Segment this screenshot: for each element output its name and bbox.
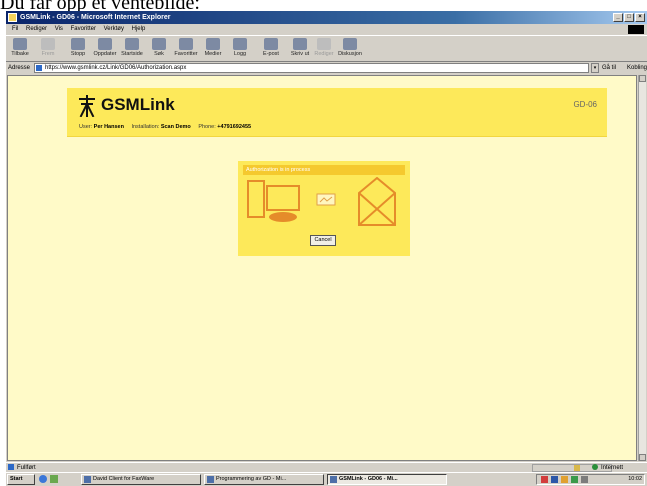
- search-icon: [152, 38, 166, 50]
- menu-help[interactable]: Hjelp: [132, 26, 146, 32]
- close-button[interactable]: ×: [635, 13, 645, 22]
- message-icon: [316, 193, 336, 206]
- start-button[interactable]: Start: [7, 474, 35, 485]
- print-button[interactable]: Skriv ut: [288, 37, 312, 61]
- back-button[interactable]: Tilbake: [8, 37, 32, 61]
- menu-bar: Fil Rediger Vis Favoritter Verktøy Hjelp: [6, 24, 647, 35]
- edit-icon: [317, 38, 331, 50]
- page-content: GSMLink GD-06 User: Per Hansen Installat…: [7, 75, 637, 461]
- back-arrow-icon: [13, 38, 27, 50]
- mail-button[interactable]: E-post: [259, 37, 283, 61]
- menu-file[interactable]: Fil: [12, 26, 18, 32]
- tray-app-icon[interactable]: [561, 476, 568, 483]
- favorites-button[interactable]: Favoritter: [174, 37, 198, 61]
- home-icon: [125, 38, 139, 50]
- media-icon: [206, 38, 220, 50]
- system-tray: 10:02: [536, 474, 645, 485]
- phone-icon: [247, 180, 265, 218]
- window-title: GSMLink - GD06 - Microsoft Internet Expl…: [20, 14, 171, 21]
- refresh-button[interactable]: Oppdater: [93, 37, 117, 61]
- user-label: User:: [79, 124, 93, 130]
- authorization-illustration: [247, 177, 396, 226]
- page-icon: [36, 65, 42, 71]
- window-controls: _ □ ×: [613, 13, 645, 22]
- stop-icon: [71, 38, 85, 50]
- discuss-button[interactable]: Diskusjon: [338, 37, 362, 61]
- tray-volume-icon[interactable]: [581, 476, 588, 483]
- address-url: https://www.gsmlink.cz/Link/GD06/Authori…: [45, 65, 187, 71]
- installation-label: Installation:: [131, 124, 160, 130]
- word-icon: [207, 476, 214, 483]
- app-icon: [84, 476, 91, 483]
- vertical-scrollbar[interactable]: [638, 75, 646, 461]
- device-code: GD-06: [573, 100, 597, 109]
- envelope-icon: [358, 177, 396, 226]
- scroll-down-icon[interactable]: [639, 454, 646, 461]
- stop-button[interactable]: Stopp: [66, 37, 90, 61]
- windows-logo-icon: [628, 25, 644, 34]
- status-bar: Fullført Internett: [6, 462, 647, 472]
- task-gsmlink[interactable]: GSMLink - GD06 - Mi...: [327, 474, 447, 485]
- tray-n-icon[interactable]: [541, 476, 548, 483]
- phone-value: +4791692455: [217, 124, 252, 130]
- site-header: GSMLink GD-06 User: Per Hansen Installat…: [67, 88, 607, 136]
- title-bar: GSMLink - GD06 - Microsoft Internet Expl…: [6, 11, 647, 24]
- tray-status-icon[interactable]: [571, 476, 578, 483]
- dialog-title: Authorization is in process: [243, 165, 405, 175]
- go-button[interactable]: Gå til: [602, 62, 616, 74]
- forward-arrow-icon: [41, 38, 55, 50]
- forward-button[interactable]: Frem: [36, 37, 60, 61]
- history-button[interactable]: Logg: [228, 37, 252, 61]
- history-icon: [233, 38, 247, 50]
- toolbar: Tilbake Frem Stopp Oppdater Startside Sø…: [6, 35, 647, 62]
- brand-name: GSMLink: [101, 95, 175, 114]
- page-done-icon: [8, 464, 14, 470]
- antenna-logo-icon: [79, 95, 95, 117]
- ie-app-icon: [8, 13, 17, 22]
- mail-icon: [264, 38, 278, 50]
- address-label: Adresse: [8, 65, 31, 71]
- task-programmering[interactable]: Programmering av GD - Mi...: [204, 474, 324, 485]
- links-button[interactable]: Koblinger »: [627, 62, 647, 74]
- refresh-icon: [98, 38, 112, 50]
- minimize-button[interactable]: _: [613, 13, 623, 22]
- computer-icon: [266, 185, 300, 222]
- scroll-up-icon[interactable]: [639, 75, 646, 82]
- browser-window: GSMLink - GD06 - Microsoft Internet Expl…: [6, 11, 647, 486]
- search-button[interactable]: Søk: [147, 37, 171, 61]
- clock[interactable]: 10:02: [628, 475, 642, 484]
- edit-button[interactable]: Rediger: [312, 37, 336, 61]
- authorization-dialog: Authorization is in process Cancel: [238, 161, 410, 256]
- media-button[interactable]: Medier: [201, 37, 225, 61]
- taskbar: Start David Client for FaxWare Programme…: [6, 472, 647, 486]
- address-input[interactable]: https://www.gsmlink.cz/Link/GD06/Authori…: [34, 63, 589, 73]
- user-info-line: User: Per Hansen Installation: Scan Demo…: [79, 124, 257, 130]
- menu-tools[interactable]: Verktøy: [104, 26, 124, 32]
- menu-edit[interactable]: Rediger: [26, 26, 47, 32]
- ie-icon: [330, 476, 337, 483]
- ie-quicklaunch-icon[interactable]: [39, 475, 47, 483]
- globe-icon: [592, 464, 598, 470]
- user-value: Per Hansen: [93, 124, 124, 130]
- menu-view[interactable]: Vis: [55, 26, 63, 32]
- desktop-quicklaunch-icon[interactable]: [50, 475, 58, 483]
- header-divider: [67, 136, 607, 137]
- lock-icon: [574, 465, 580, 471]
- print-icon: [293, 38, 307, 50]
- maximize-button[interactable]: □: [624, 13, 634, 22]
- discuss-icon: [343, 38, 357, 50]
- phone-label: Phone:: [198, 124, 216, 130]
- home-button[interactable]: Startside: [120, 37, 144, 61]
- address-bar: Adresse https://www.gsmlink.cz/Link/GD06…: [6, 62, 647, 74]
- tray-network-icon[interactable]: [551, 476, 558, 483]
- menu-favorites[interactable]: Favoritter: [71, 26, 96, 32]
- address-dropdown-button[interactable]: ▾: [591, 63, 599, 73]
- installation-value: Scan Demo: [160, 124, 191, 130]
- favorites-icon: [179, 38, 193, 50]
- cancel-button[interactable]: Cancel: [310, 235, 336, 246]
- task-david-client[interactable]: David Client for FaxWare: [81, 474, 201, 485]
